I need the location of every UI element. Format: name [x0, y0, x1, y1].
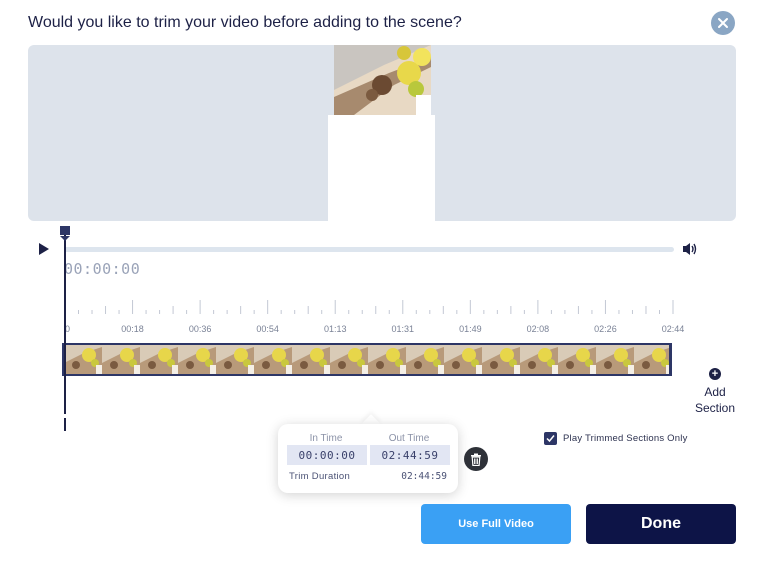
film-frame [216, 345, 254, 374]
tick-label: 00:36 [188, 324, 212, 334]
volume-button[interactable] [681, 241, 699, 257]
trim-duration-label: Trim Duration [289, 471, 351, 482]
film-frame [178, 345, 216, 374]
tick-labels: 0 00:18 00:36 00:54 01:13 01:31 01:49 02:08 02:2… [64, 324, 704, 336]
film-frame [64, 345, 102, 374]
film-frame [482, 345, 520, 374]
current-time: 00:00:00 [64, 260, 141, 278]
trim-popup: In Time Out Time 00:00:00 02:44:59 Trim … [278, 424, 458, 493]
tick-label: 02:26 [594, 324, 617, 334]
out-time-label: Out Time [388, 433, 430, 444]
video-thumbnail [334, 45, 431, 115]
play-button[interactable] [37, 242, 51, 256]
out-time-field[interactable]: 02:44:59 [370, 445, 450, 465]
close-button[interactable] [711, 11, 735, 35]
play-trimmed-checkbox-row[interactable]: Play Trimmed Sections Only [544, 432, 688, 445]
dialog-title: Would you like to trim your video before… [28, 14, 462, 31]
film-frame [406, 345, 444, 374]
add-section-label-line2: Section [694, 401, 736, 415]
film-frame [102, 345, 140, 374]
volume-icon [683, 243, 697, 255]
delete-section-button[interactable] [464, 447, 488, 471]
in-time-field[interactable]: 00:00:00 [287, 445, 367, 465]
tick-label: 02:08 [526, 324, 550, 334]
video-filmstrip[interactable] [62, 343, 672, 376]
film-frame [520, 345, 558, 374]
add-section-button[interactable]: + Add Section [690, 368, 740, 416]
trash-icon [471, 453, 481, 466]
video-preview [28, 45, 736, 221]
film-frame [558, 345, 596, 374]
playhead-tail [64, 418, 66, 431]
tick-label: 01:31 [391, 324, 415, 334]
plus-icon: + [709, 368, 721, 380]
tick-label: 02:44 [661, 324, 685, 334]
tick-label: 01:13 [323, 324, 347, 334]
seek-bar[interactable] [64, 247, 674, 252]
tick-label: 01:49 [459, 324, 482, 334]
checkmark-icon [546, 435, 555, 443]
close-icon [718, 18, 728, 28]
tick-label: 00:18 [121, 324, 144, 334]
add-section-label-line1: Add [704, 385, 726, 399]
in-time-label: In Time [309, 433, 343, 444]
play-icon [39, 243, 49, 255]
film-frame [634, 345, 670, 374]
preview-frame-backdrop [328, 115, 435, 221]
film-frame [330, 345, 368, 374]
film-frame [368, 345, 406, 374]
trim-end-handle[interactable] [669, 343, 672, 376]
film-frame [254, 345, 292, 374]
tick-label: 00:54 [256, 324, 279, 334]
trim-duration-value: 02:44:59 [401, 471, 447, 482]
film-frame [292, 345, 330, 374]
film-frame [140, 345, 178, 374]
use-full-video-button[interactable]: Use Full Video [421, 504, 571, 544]
play-trimmed-label: Play Trimmed Sections Only [563, 433, 688, 444]
film-frame [444, 345, 482, 374]
play-trimmed-checkbox[interactable] [544, 432, 557, 445]
playhead-handle[interactable] [59, 226, 71, 242]
done-button[interactable]: Done [586, 504, 736, 544]
playhead-line [64, 228, 66, 414]
timeline-ruler: 0 00:18 00:36 00:54 01:13 01:31 01:49 02:08 02:2… [64, 296, 684, 336]
film-frame [596, 345, 634, 374]
